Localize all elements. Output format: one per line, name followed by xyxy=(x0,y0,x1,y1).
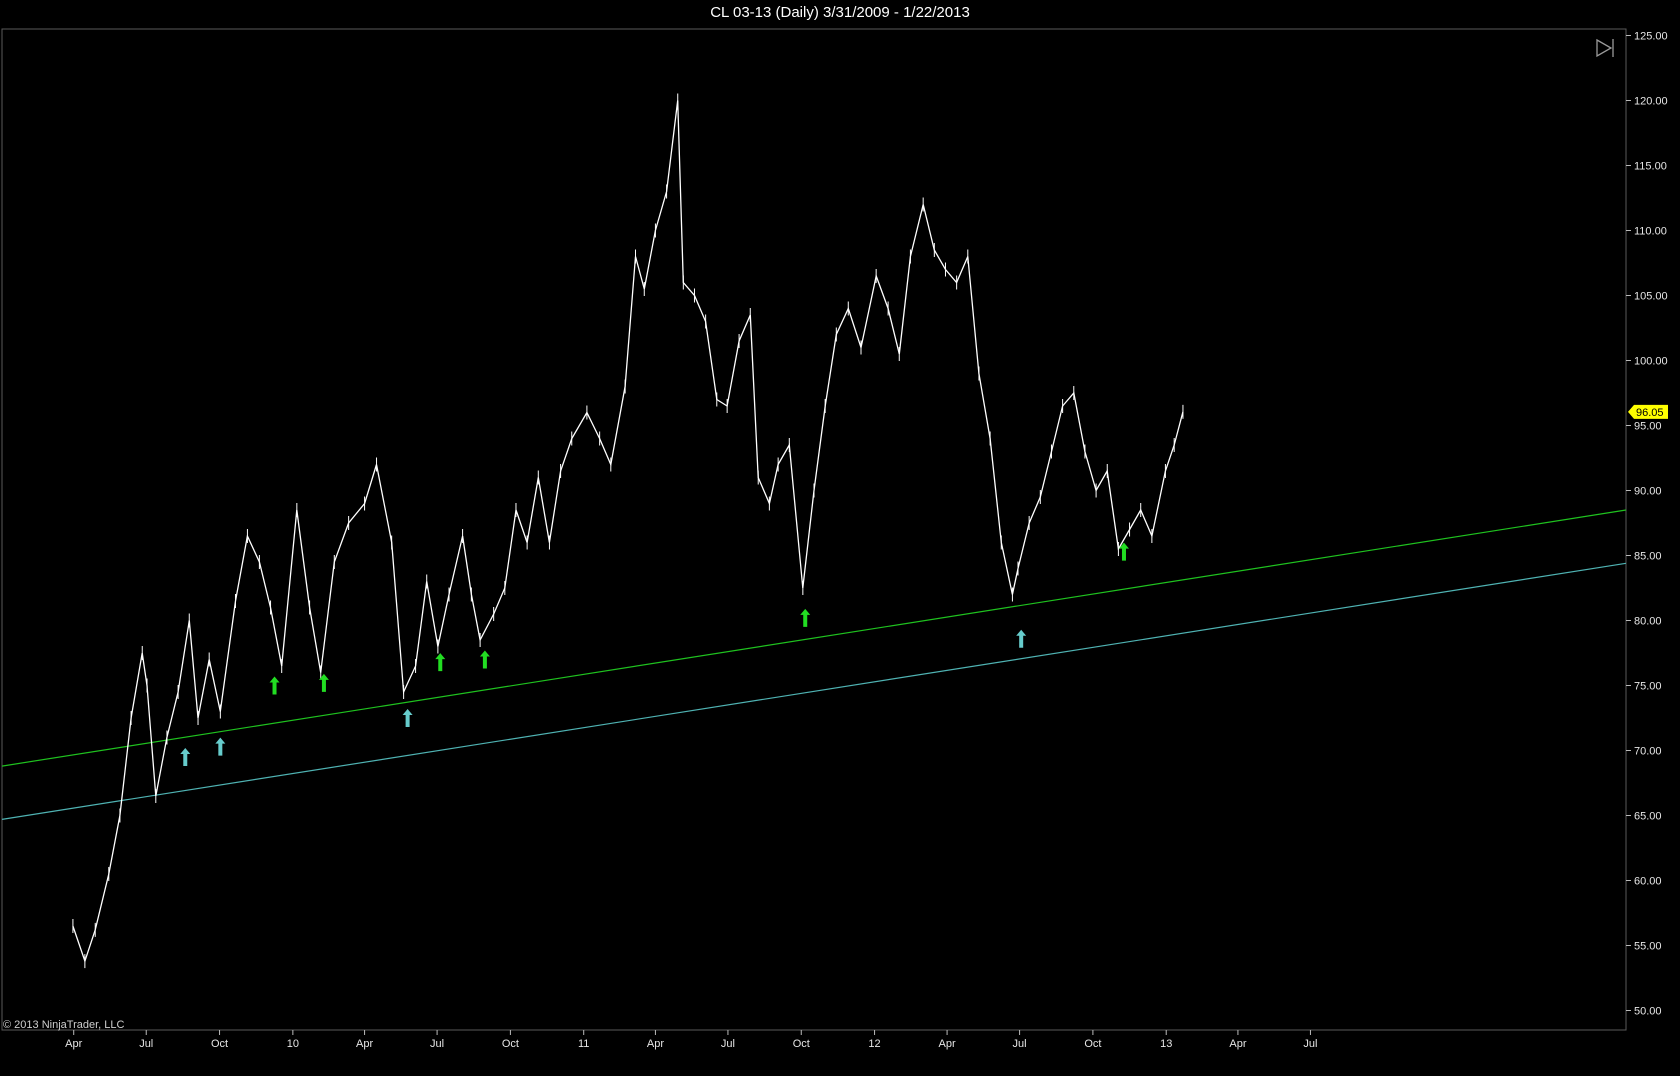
price-axis[interactable]: 50.00 55.00 60.00 65.00 70.00 75.00 80.00 85.00… xyxy=(1626,31,1668,1018)
scroll-to-end-button[interactable] xyxy=(1592,36,1616,60)
y-tick-label: 55.00 xyxy=(1634,941,1662,953)
plot-border xyxy=(1,28,1627,1031)
x-tick-label: 10 xyxy=(287,1038,299,1050)
x-tick-label: Apr xyxy=(647,1038,664,1050)
x-tick-label: Jul xyxy=(430,1038,444,1050)
y-tick-label: 75.00 xyxy=(1634,681,1662,693)
y-tick-label: 105.00 xyxy=(1634,291,1668,303)
y-tick-label: 80.00 xyxy=(1634,616,1662,628)
up-arrow-icon xyxy=(479,650,490,669)
up-arrow-icon xyxy=(180,748,191,766)
up-arrow-icon xyxy=(269,676,280,695)
x-tick-label: Jul xyxy=(721,1038,735,1050)
x-tick-label: 13 xyxy=(1160,1038,1172,1050)
trendlines xyxy=(1,509,1627,820)
x-tick-label: Apr xyxy=(1229,1038,1246,1050)
y-tick-label: 60.00 xyxy=(1634,876,1662,888)
time-axis[interactable]: Apr Jul Oct 10 Apr Jul Oct 11 Apr Jul Oct 12 Apr Jul O… xyxy=(65,1030,1317,1050)
y-tick-label: 110.00 xyxy=(1634,226,1667,238)
x-tick-label: Apr xyxy=(939,1038,956,1050)
y-tick-label: 125.00 xyxy=(1634,31,1668,43)
price-chart[interactable]: 50.00 55.00 60.00 65.00 70.00 75.00 80.00 85.00… xyxy=(0,0,1680,1076)
x-tick-label: Oct xyxy=(502,1038,519,1050)
y-tick-label: 70.00 xyxy=(1634,746,1662,758)
y-tick-label: 115.00 xyxy=(1634,161,1667,173)
x-tick-label: Oct xyxy=(793,1038,810,1050)
up-arrow-icon xyxy=(1016,629,1027,648)
y-tick-label: 50.00 xyxy=(1634,1006,1662,1018)
x-tick-label: Oct xyxy=(1084,1038,1101,1050)
y-tick-label: 100.00 xyxy=(1634,356,1668,368)
x-tick-label: Jul xyxy=(139,1038,153,1050)
x-tick-label: 12 xyxy=(868,1038,880,1050)
lower-trendline xyxy=(1,562,1627,820)
price-series-line xyxy=(72,100,1184,964)
plot-frame xyxy=(1,28,1627,1031)
price-bars xyxy=(72,93,1184,969)
copyright-notice: © 2013 NinjaTrader, LLC xyxy=(3,1019,124,1031)
x-tick-label: 11 xyxy=(578,1038,589,1050)
x-tick-label: Apr xyxy=(356,1038,373,1050)
y-tick-label: 95.00 xyxy=(1634,421,1662,433)
x-tick-label: Jul xyxy=(1303,1038,1317,1050)
y-tick-label: 65.00 xyxy=(1634,811,1662,823)
current-price-tag: 96.05 xyxy=(1628,404,1668,419)
y-tick-label: 120.00 xyxy=(1634,96,1668,108)
y-tick-label: 85.00 xyxy=(1634,551,1662,563)
up-arrow-icon xyxy=(215,737,226,756)
current-price-label: 96.05 xyxy=(1636,407,1664,419)
up-arrow-icon xyxy=(435,653,446,672)
x-tick-label: Apr xyxy=(65,1038,82,1050)
up-arrow-icon xyxy=(800,608,811,627)
x-tick-label: Oct xyxy=(211,1038,228,1050)
up-arrow-icon xyxy=(402,709,413,727)
x-tick-label: Jul xyxy=(1013,1038,1027,1050)
y-tick-label: 90.00 xyxy=(1634,486,1662,498)
